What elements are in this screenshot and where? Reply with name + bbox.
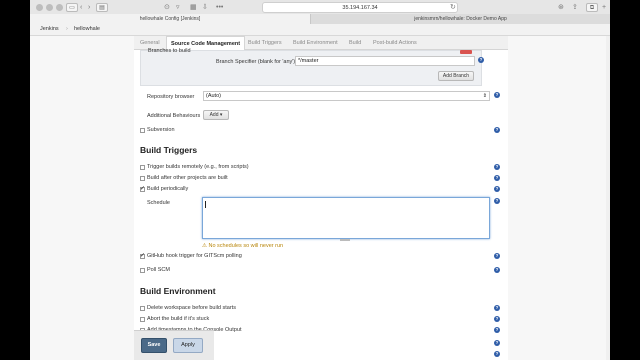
tab-overview-icon[interactable]: ▤ xyxy=(96,3,108,12)
build-environment-heading: Build Environment xyxy=(140,286,216,296)
help-icon[interactable]: ? xyxy=(494,267,500,273)
reload-icon[interactable]: ↻ xyxy=(450,3,456,12)
help-icon[interactable]: ? xyxy=(494,198,500,204)
text-cursor xyxy=(205,201,206,208)
schedule-warning: ⚠ No schedules so will never run xyxy=(202,243,284,249)
breadcrumb-jenkins[interactable]: Jenkins xyxy=(40,26,59,32)
repo-browser-select[interactable]: (Auto) ⇕ xyxy=(203,91,490,101)
abort-stuck-checkbox[interactable] xyxy=(140,317,145,322)
help-icon[interactable]: ? xyxy=(494,253,500,259)
branch-specifier-input[interactable]: */master xyxy=(295,56,475,66)
share-icon[interactable]: ⇪ xyxy=(572,3,578,12)
help-icon[interactable]: ? xyxy=(494,340,500,346)
sidebar-icon[interactable]: ▭ xyxy=(66,3,78,12)
delete-workspace-checkbox[interactable] xyxy=(140,306,145,311)
help-icon[interactable]: ? xyxy=(494,351,500,357)
build-periodically-checkbox[interactable] xyxy=(140,185,145,192)
help-icon[interactable]: ? xyxy=(494,327,500,333)
address-bar[interactable]: 35.194.167.34 xyxy=(262,2,458,13)
repo-browser-label: Repository browser xyxy=(147,94,195,100)
poll-scm-label: Poll SCM xyxy=(147,267,170,273)
pocket-icon[interactable]: ▿ xyxy=(176,3,180,12)
new-tab-icon[interactable]: + xyxy=(602,3,606,12)
apply-button[interactable]: Apply xyxy=(173,338,203,353)
tab-post-build-actions[interactable]: Post-build Actions xyxy=(369,36,421,50)
back-icon[interactable]: ‹ xyxy=(80,3,82,12)
delete-workspace-label: Delete workspace before build starts xyxy=(147,305,236,311)
trigger-remote-checkbox[interactable] xyxy=(140,165,145,170)
github-hook-label: GitHub hook trigger for GITScm polling xyxy=(147,253,242,259)
tab-github[interactable]: jenkinsmrn/hellowhale: Docker Demo App xyxy=(310,14,610,24)
download-icon[interactable]: ⇩ xyxy=(202,3,208,12)
add-behaviour-button[interactable]: Add ▾ xyxy=(203,110,229,120)
delete-branch-button[interactable] xyxy=(460,50,472,54)
help-icon[interactable]: ? xyxy=(494,164,500,170)
branches-label: Branches to build xyxy=(148,48,191,54)
shield-icon[interactable]: ⊙ xyxy=(164,3,170,12)
build-triggers-heading: Build Triggers xyxy=(140,145,198,155)
breadcrumb: Jenkins › hellowhale xyxy=(30,24,610,36)
page-scrollbar[interactable] xyxy=(606,36,610,360)
add-branch-button[interactable]: Add Branch xyxy=(438,71,474,81)
help-icon[interactable]: ? xyxy=(494,305,500,311)
subversion-label: Subversion xyxy=(147,127,175,133)
help-icon[interactable]: ? xyxy=(478,57,484,63)
minimize-window-icon[interactable] xyxy=(46,4,53,11)
branch-specifier-label: Branch Specifier (blank for 'any') xyxy=(216,59,296,65)
additional-behaviours-label: Additional Behaviours xyxy=(147,113,201,119)
subversion-radio[interactable] xyxy=(140,128,145,133)
resize-handle[interactable] xyxy=(340,239,350,241)
build-after-label: Build after other projects are built xyxy=(147,175,228,181)
tab-build[interactable]: Build xyxy=(345,36,365,50)
abort-stuck-label: Abort the build if it's stuck xyxy=(147,316,210,322)
build-periodically-label: Build periodically xyxy=(147,186,189,192)
more-icon[interactable]: ••• xyxy=(216,3,223,12)
tab-build-environment[interactable]: Build Environment xyxy=(289,36,342,50)
caret-down-icon: ▾ xyxy=(218,112,223,118)
tab-jenkins-config[interactable]: hellowhale Config [Jenkins] xyxy=(30,14,310,24)
tab-build-triggers[interactable]: Build Triggers xyxy=(244,36,286,50)
forward-icon[interactable]: › xyxy=(88,3,90,12)
help-icon[interactable]: ? xyxy=(494,316,500,322)
save-button[interactable]: Save xyxy=(141,338,167,353)
downloads-icon[interactable]: ⊛ xyxy=(558,3,564,12)
repo-browser-value: (Auto) xyxy=(206,93,221,99)
schedule-label: Schedule xyxy=(147,200,170,206)
poll-scm-checkbox[interactable] xyxy=(140,268,145,273)
tabs-grid-icon[interactable]: ▦ xyxy=(190,3,197,12)
github-hook-checkbox[interactable] xyxy=(140,252,145,259)
build-after-checkbox[interactable] xyxy=(140,176,145,181)
help-icon[interactable]: ? xyxy=(494,127,500,133)
help-icon[interactable]: ? xyxy=(494,92,500,98)
zoom-window-icon[interactable] xyxy=(56,4,63,11)
browser-window: ▭ ‹ › ▤ ⊙ ▿ ▦ ⇩ ••• 35.194.167.34 ↻ ⊛ ⇪ … xyxy=(0,0,640,360)
help-icon[interactable]: ? xyxy=(494,186,500,192)
schedule-textarea[interactable] xyxy=(202,197,490,239)
trigger-remote-label: Trigger builds remotely (e.g., from scri… xyxy=(147,164,249,170)
breadcrumb-project[interactable]: hellowhale xyxy=(74,26,100,32)
browser-toolbar: ▭ ‹ › ▤ ⊙ ▿ ▦ ⇩ ••• 35.194.167.34 ↻ ⊛ ⇪ … xyxy=(30,0,610,24)
show-tabs-icon[interactable]: ⧉ xyxy=(586,3,598,12)
chevron-updown-icon: ⇕ xyxy=(482,93,487,99)
help-icon[interactable]: ? xyxy=(494,175,500,181)
close-window-icon[interactable] xyxy=(36,4,43,11)
